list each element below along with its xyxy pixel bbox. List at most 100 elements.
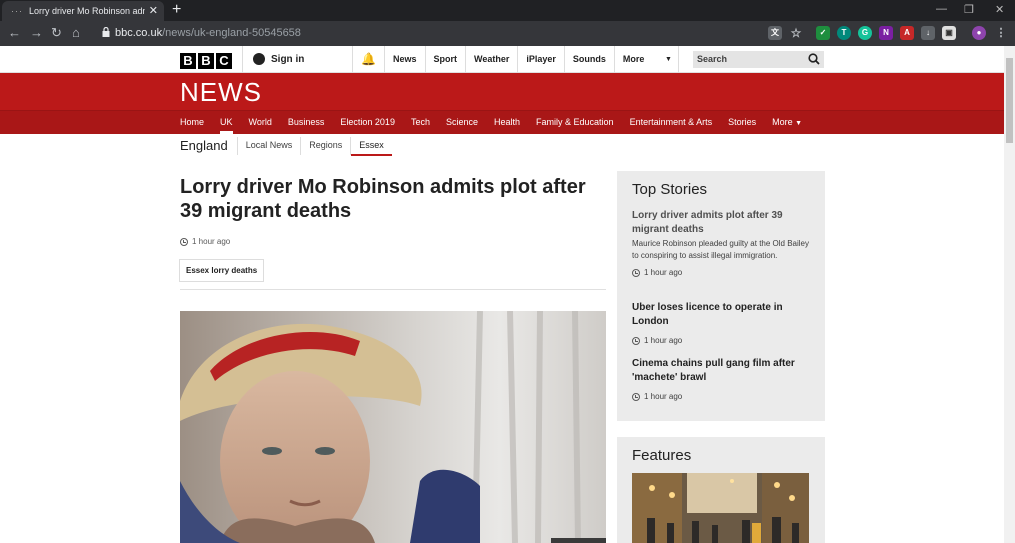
- story-item[interactable]: Lorry driver admits plot after 39 migran…: [632, 209, 812, 277]
- menu-dots-icon[interactable]: ⋮: [994, 26, 1008, 40]
- bbc-masthead: BBC Sign in 🔔 News Sport Weather iPlayer…: [0, 46, 1015, 73]
- search-input[interactable]: Search: [693, 51, 824, 68]
- story-title[interactable]: Uber loses licence to operate in London: [632, 301, 812, 329]
- story-time-text: 1 hour ago: [644, 268, 683, 277]
- story-time-text: 1 hour ago: [644, 336, 683, 345]
- onenote-icon[interactable]: N: [879, 26, 893, 40]
- clock-icon: [632, 392, 640, 401]
- clock-icon: [632, 268, 640, 277]
- notifications-bell-icon[interactable]: 🔔: [352, 46, 384, 73]
- section-nav: Home UK World Business Election 2019 Tec…: [0, 110, 1015, 134]
- section-entertainment[interactable]: Entertainment & Arts: [622, 111, 721, 134]
- section-health[interactable]: Health: [486, 111, 528, 134]
- section-world[interactable]: World: [241, 111, 280, 134]
- story-title[interactable]: Lorry driver admits plot after 39 migran…: [632, 209, 812, 237]
- shield-extension-icon[interactable]: ✓: [816, 26, 830, 40]
- article-photo: [180, 311, 606, 543]
- sign-in-button[interactable]: Sign in: [242, 46, 350, 73]
- section-election[interactable]: Election 2019: [332, 111, 403, 134]
- top-nav-sport[interactable]: Sport: [424, 46, 466, 73]
- caret-down-icon: ▼: [795, 120, 803, 127]
- restore-icon[interactable]: ❐: [964, 3, 974, 16]
- section-stories[interactable]: Stories: [720, 111, 764, 134]
- top-stories-panel: Top Stories Lorry driver admits plot aft…: [617, 171, 825, 421]
- more-label: More: [622, 54, 645, 64]
- top-nav-iplayer[interactable]: iPlayer: [517, 46, 564, 73]
- subnav-local-news[interactable]: Local News: [236, 137, 301, 155]
- story-time-text: 1 hour ago: [644, 392, 683, 401]
- extension-t-icon[interactable]: T: [837, 26, 851, 40]
- url-domain: bbc.co.uk: [115, 27, 163, 39]
- search-icon[interactable]: [808, 53, 820, 65]
- page-scrollbar[interactable]: [1004, 46, 1015, 543]
- caret-down-icon: ▼: [664, 56, 672, 63]
- section-science[interactable]: Science: [438, 111, 486, 134]
- reload-icon[interactable]: ↻: [51, 25, 62, 41]
- logo-letter: C: [216, 53, 232, 69]
- section-uk[interactable]: UK: [212, 111, 241, 134]
- story-time: 1 hour ago: [632, 336, 812, 345]
- section-more[interactable]: More ▼: [764, 111, 810, 134]
- top-nav-sounds[interactable]: Sounds: [563, 46, 614, 73]
- story-summary: Maurice Robinson pleaded guilty at the O…: [632, 239, 809, 260]
- bookmark-star-icon[interactable]: ☆: [789, 26, 803, 40]
- pdf-icon[interactable]: A: [900, 26, 914, 40]
- home-icon[interactable]: ⌂: [72, 25, 80, 41]
- top-nav-weather[interactable]: Weather: [465, 46, 517, 73]
- section-more-label: More: [772, 117, 793, 127]
- clock-icon: [180, 237, 188, 246]
- close-tab-icon[interactable]: ✕: [149, 4, 158, 17]
- news-wordmark[interactable]: NEWS: [180, 79, 262, 105]
- grammarly-icon[interactable]: G: [858, 26, 872, 40]
- profile-avatar[interactable]: ●: [972, 26, 986, 40]
- browser-tab[interactable]: ··· Lorry driver Mo Robinson admits p ✕: [2, 1, 164, 21]
- subnav-regions[interactable]: Regions: [300, 137, 350, 155]
- story-item[interactable]: Uber loses licence to operate in London …: [632, 301, 812, 345]
- sign-in-label: Sign in: [271, 54, 305, 65]
- article-timestamp: 1 hour ago: [180, 237, 230, 246]
- section-home[interactable]: Home: [172, 111, 212, 134]
- story-time: 1 hour ago: [632, 268, 812, 277]
- scrollbar-thumb[interactable]: [1006, 58, 1013, 143]
- top-nav-more[interactable]: More ▼: [613, 46, 679, 73]
- download-icon[interactable]: ↓: [921, 26, 935, 40]
- tab-strip: ··· Lorry driver Mo Robinson admits p ✕ …: [0, 0, 1015, 21]
- logo-letter: B: [198, 53, 214, 69]
- new-tab-button[interactable]: +: [172, 1, 181, 19]
- clock-icon: [632, 336, 640, 345]
- close-window-icon[interactable]: ✕: [995, 3, 1004, 16]
- user-icon: [253, 53, 265, 65]
- timestamp-text: 1 hour ago: [192, 237, 231, 246]
- address-bar[interactable]: bbc.co.uk/news/uk-england-50545658: [96, 23, 756, 44]
- article-headline: Lorry driver Mo Robinson admits plot aft…: [180, 176, 586, 222]
- subnav-essex[interactable]: Essex: [350, 137, 392, 156]
- divider: [180, 289, 606, 290]
- story-title[interactable]: Cinema chains pull gang film after 'mach…: [632, 357, 812, 385]
- section-family-education[interactable]: Family & Education: [528, 111, 622, 134]
- news-banner: NEWS: [0, 73, 1015, 110]
- region-title[interactable]: England: [180, 137, 237, 154]
- translate-icon[interactable]: 文: [768, 26, 782, 40]
- browser-toolbar: ← → ↻ ⌂ bbc.co.uk/news/uk-england-505456…: [0, 21, 1015, 46]
- story-item[interactable]: Cinema chains pull gang film after 'mach…: [632, 357, 812, 401]
- section-business[interactable]: Business: [280, 111, 333, 134]
- back-icon[interactable]: ←: [8, 25, 21, 41]
- forward-icon[interactable]: →: [30, 25, 43, 41]
- lock-icon: [102, 27, 110, 37]
- features-title: Features: [632, 447, 692, 464]
- topic-tag[interactable]: Essex lorry deaths: [179, 259, 265, 282]
- browser-window: ··· Lorry driver Mo Robinson admits p ✕ …: [0, 0, 1015, 543]
- region-subnav: England Local News Regions Essex: [180, 137, 392, 157]
- loading-icon: ···: [11, 6, 23, 16]
- section-tech[interactable]: Tech: [403, 111, 438, 134]
- top-nav-news[interactable]: News: [384, 46, 425, 73]
- search-placeholder: Search: [697, 54, 728, 64]
- tab-title: Lorry driver Mo Robinson admits p: [29, 6, 145, 16]
- url-path: /news/uk-england-50545658: [162, 27, 301, 39]
- top-nav: News Sport Weather iPlayer Sounds More ▼: [384, 46, 679, 73]
- bbc-logo[interactable]: BBC: [180, 52, 234, 69]
- minimize-icon[interactable]: —: [936, 3, 947, 15]
- feature-image[interactable]: [632, 473, 809, 543]
- features-panel: Features: [617, 437, 825, 543]
- extension-grid-icon[interactable]: ▣: [942, 26, 956, 40]
